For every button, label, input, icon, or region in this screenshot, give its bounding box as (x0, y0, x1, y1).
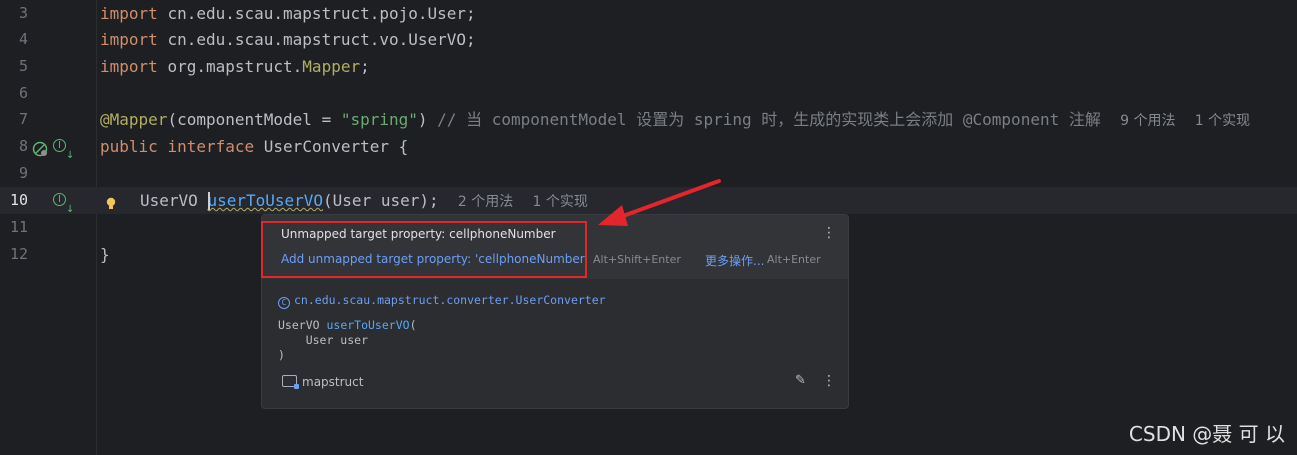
watermark: CSDN @聂 可 以 (1128, 422, 1285, 446)
annotation-arrow (598, 179, 721, 226)
